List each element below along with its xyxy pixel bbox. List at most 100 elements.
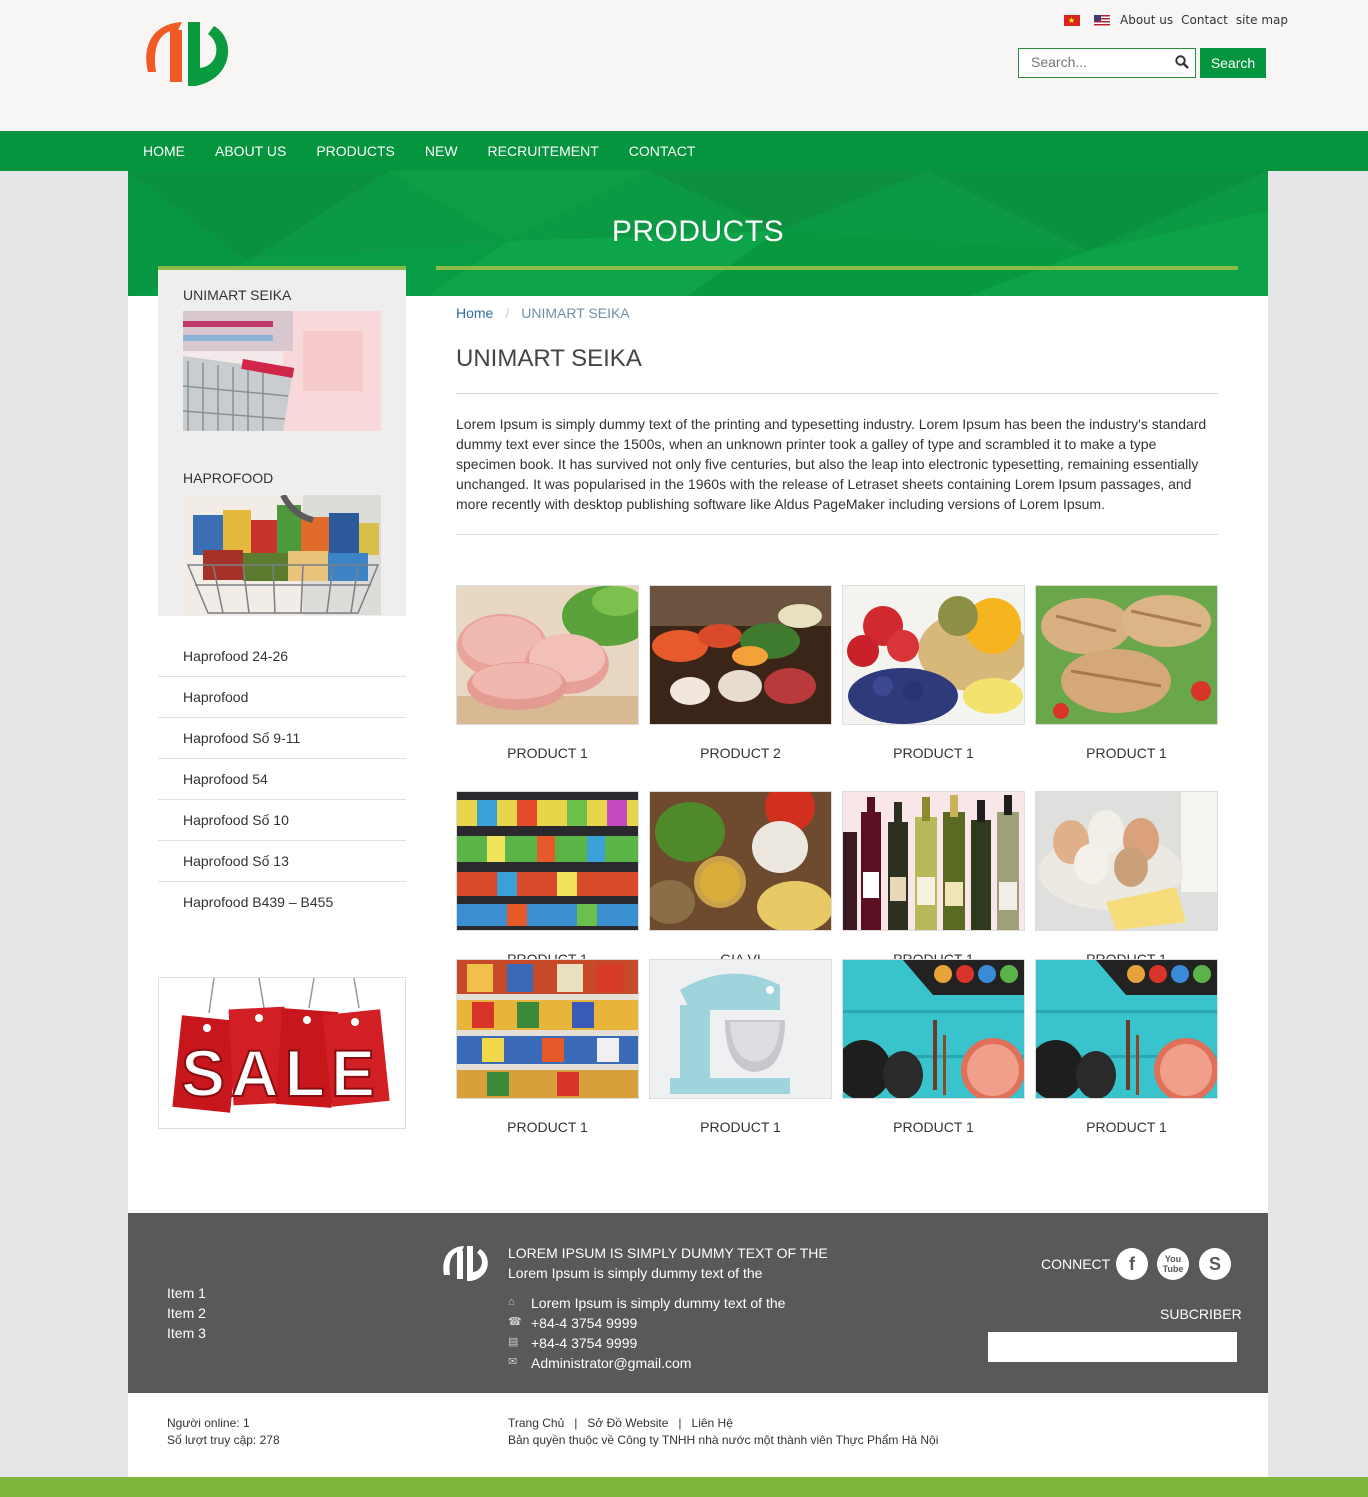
category-title-haprofood[interactable]: HAPROFOOD <box>183 470 273 486</box>
search-input[interactable] <box>1019 49 1183 75</box>
sidebar-item-haprofood[interactable]: Haprofood <box>158 677 406 718</box>
sidebar-item-haprofood-so-13[interactable]: Haprofood Số 13 <box>158 841 406 882</box>
product-image[interactable] <box>1035 585 1218 725</box>
footer-phone: +84-4 3754 9999 <box>531 1315 638 1331</box>
link-so-do-website[interactable]: Sở Đồ Website <box>587 1416 668 1430</box>
home-icon: ⌂ <box>508 1296 515 1308</box>
breadcrumb-current: UNIMART SEIKA <box>521 305 630 321</box>
footer-subheading: Lorem Ipsum is simply dummy text of the <box>508 1265 763 1281</box>
product-name[interactable]: PRODUCT 1 <box>1035 745 1218 761</box>
banner-title: PRODUCTS <box>611 215 785 248</box>
site-map-link[interactable]: site map <box>1236 13 1288 27</box>
footer-menu: Item 1 Item 2 Item 3 <box>167 1283 206 1343</box>
footer-fax: +84-4 3754 9999 <box>531 1335 638 1351</box>
footer-item[interactable]: Item 1 <box>167 1283 206 1303</box>
product-image[interactable] <box>649 959 832 1099</box>
nav-about-us[interactable]: ABOUT US <box>215 131 286 171</box>
nav-new[interactable]: NEW <box>425 131 458 171</box>
sale-text: SALE <box>181 1036 381 1110</box>
connect-label: CONNECT <box>1041 1256 1111 1272</box>
product-image[interactable] <box>1035 959 1218 1099</box>
about-us-link[interactable]: About us <box>1120 13 1173 27</box>
search-icon[interactable] <box>1175 55 1189 69</box>
contact-link[interactable]: Contact <box>1181 13 1228 27</box>
online-count: Người online: 1 <box>167 1416 250 1430</box>
nav-products[interactable]: PRODUCTS <box>316 131 395 171</box>
main-nav: HOME ABOUT US PRODUCTS NEW RECRUITEMENT … <box>0 131 1368 171</box>
product-name[interactable]: PRODUCT 2 <box>649 745 832 761</box>
sidebar-store-list: Haprofood 24-26 Haprofood Haprofood Số 9… <box>158 636 406 922</box>
product-name[interactable]: PRODUCT 1 <box>456 745 639 761</box>
footer-item[interactable]: Item 2 <box>167 1303 206 1323</box>
footer-email[interactable]: Administrator@gmail.com <box>531 1355 691 1371</box>
product-card[interactable]: PRODUCT 2 <box>649 585 832 761</box>
product-name[interactable]: PRODUCT 1 <box>456 1119 639 1135</box>
search-button[interactable]: Search <box>1200 48 1266 78</box>
divider <box>456 534 1218 535</box>
product-card[interactable]: PRODUCT 1 <box>842 585 1025 761</box>
phone-icon: ☎ <box>508 1316 522 1328</box>
category-title-unimart[interactable]: UNIMART SEIKA <box>183 287 291 303</box>
product-name[interactable]: PRODUCT 1 <box>1035 1119 1218 1135</box>
footer-address: Lorem Ipsum is simply dummy text of the <box>531 1295 786 1311</box>
product-card[interactable]: PRODUCT 1 <box>842 791 1025 967</box>
product-image[interactable] <box>649 791 832 931</box>
skype-icon[interactable]: S <box>1199 1248 1231 1280</box>
product-card[interactable]: PRODUCT 1 <box>456 791 639 967</box>
bottom-accent-bar <box>0 1477 1368 1497</box>
haprofood-image[interactable] <box>183 495 381 615</box>
visit-count: Số lượt truy cập: 278 <box>167 1433 280 1447</box>
copyright: Bản quyền thuộc về Công ty TNHH nhà nước… <box>508 1433 939 1447</box>
breadcrumb-home[interactable]: Home <box>456 305 493 321</box>
sidebar-item-haprofood-54[interactable]: Haprofood 54 <box>158 759 406 800</box>
product-card[interactable]: PRODUCT 1 <box>842 959 1025 1135</box>
youtube-icon[interactable]: You Tube <box>1157 1248 1189 1280</box>
product-image[interactable] <box>456 959 639 1099</box>
footer-item[interactable]: Item 3 <box>167 1323 206 1343</box>
product-name[interactable]: PRODUCT 1 <box>842 1119 1025 1135</box>
product-card[interactable]: PRODUCT 1 <box>649 959 832 1135</box>
facebook-icon[interactable]: f <box>1116 1248 1148 1280</box>
product-image[interactable] <box>842 959 1025 1099</box>
product-card[interactable]: PRODUCT 1 <box>1035 585 1218 761</box>
nav-contact[interactable]: CONTACT <box>629 131 696 171</box>
subscriber-label: SUBCRIBER <box>1160 1306 1242 1322</box>
product-image[interactable] <box>649 585 832 725</box>
us-flag-icon[interactable] <box>1094 14 1110 26</box>
divider <box>456 393 1218 394</box>
product-name[interactable]: PRODUCT 1 <box>842 745 1025 761</box>
product-image[interactable] <box>842 791 1025 931</box>
product-image[interactable] <box>456 585 639 725</box>
product-card[interactable]: PRODUCT 1 <box>456 959 639 1135</box>
unimart-image[interactable] <box>183 311 381 431</box>
product-image[interactable] <box>842 585 1025 725</box>
link-lien-he[interactable]: Liên Hệ <box>692 1416 733 1430</box>
breadcrumb: Home / UNIMART SEIKA <box>456 305 630 321</box>
nav-recruitement[interactable]: RECRUITEMENT <box>488 131 599 171</box>
fax-icon: ▤ <box>508 1336 519 1348</box>
search-box <box>1018 48 1196 78</box>
footer-logo <box>443 1246 488 1281</box>
product-card[interactable]: GIA VI <box>649 791 832 967</box>
company-logo[interactable] <box>138 16 236 88</box>
mail-icon: ✉ <box>508 1356 518 1368</box>
vietnam-flag-icon[interactable] <box>1064 14 1080 26</box>
product-card[interactable]: PRODUCT 1 <box>456 585 639 761</box>
product-image[interactable] <box>1035 791 1218 931</box>
product-card[interactable]: PRODUCT 1 <box>1035 959 1218 1135</box>
link-trang-chu[interactable]: Trang Chủ <box>508 1416 564 1430</box>
sidebar-item-haprofood-24-26[interactable]: Haprofood 24-26 <box>158 636 406 677</box>
product-card[interactable]: PRODUCT 1 <box>1035 791 1218 967</box>
sidebar-item-haprofood-b439-b455[interactable]: Haprofood B439 – B455 <box>158 882 406 922</box>
sidebar-item-haprofood-so-9-11[interactable]: Haprofood Số 9-11 <box>158 718 406 759</box>
top-links: About us Contact site map <box>1064 12 1288 28</box>
subscriber-email-input[interactable] <box>988 1332 1237 1362</box>
footer-heading: LOREM IPSUM IS SIMPLY DUMMY TEXT OF THE <box>508 1245 828 1261</box>
content-top-border <box>436 266 1238 270</box>
product-name[interactable]: PRODUCT 1 <box>649 1119 832 1135</box>
sale-banner[interactable]: SALE <box>158 977 406 1129</box>
product-image[interactable] <box>456 791 639 931</box>
nav-home[interactable]: HOME <box>143 131 185 171</box>
sidebar-item-haprofood-so-10[interactable]: Haprofood Số 10 <box>158 800 406 841</box>
category-description: Lorem Ipsum is simply dummy text of the … <box>456 416 1207 512</box>
